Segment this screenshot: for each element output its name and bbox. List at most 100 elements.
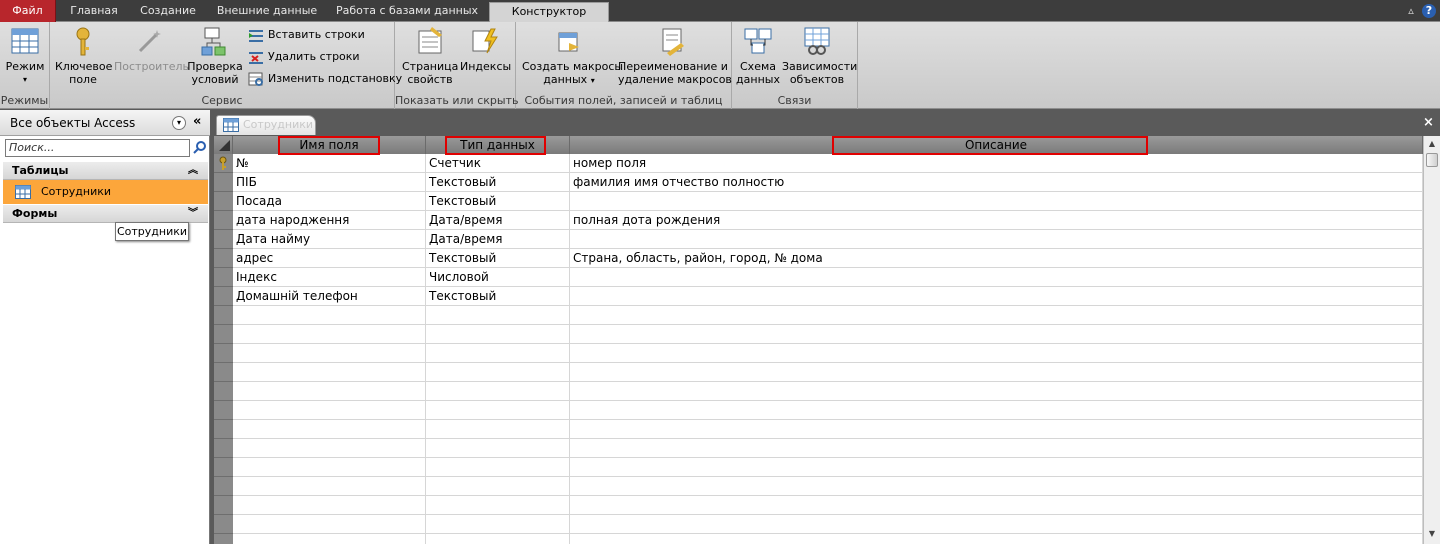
cell-data-type[interactable]: Числовой bbox=[426, 268, 570, 287]
row-selector[interactable] bbox=[214, 458, 233, 477]
cell-field-name[interactable] bbox=[233, 401, 426, 420]
object-dependencies-button[interactable]: Зависимости объектов bbox=[782, 25, 857, 86]
row-selector[interactable] bbox=[214, 477, 233, 496]
cell-field-name[interactable] bbox=[233, 477, 426, 496]
cell-description[interactable] bbox=[570, 268, 1423, 287]
cell-description[interactable]: номер поля bbox=[570, 154, 1423, 173]
row-selector[interactable] bbox=[214, 230, 233, 249]
row-selector[interactable] bbox=[214, 439, 233, 458]
cell-field-name[interactable]: Індекс bbox=[233, 268, 426, 287]
view-button[interactable]: Режим ▾ bbox=[5, 25, 45, 86]
row-selector[interactable] bbox=[214, 515, 233, 534]
cell-description[interactable] bbox=[570, 458, 1423, 477]
vertical-scrollbar[interactable]: ▲ ▼ bbox=[1423, 136, 1440, 544]
cell-description[interactable]: Страна, область, район, город, № дома bbox=[570, 249, 1423, 268]
row-selector[interactable] bbox=[214, 344, 233, 363]
test-validation-button[interactable]: Проверка условий bbox=[187, 25, 243, 86]
row-selector[interactable] bbox=[214, 173, 233, 192]
row-selector[interactable] bbox=[214, 534, 233, 544]
cell-field-name[interactable] bbox=[233, 439, 426, 458]
insert-rows-button[interactable]: Вставить строки bbox=[248, 25, 365, 45]
cell-description[interactable] bbox=[570, 515, 1423, 534]
row-selector[interactable] bbox=[214, 363, 233, 382]
cell-field-name[interactable]: Дата найму bbox=[233, 230, 426, 249]
cell-data-type[interactable] bbox=[426, 325, 570, 344]
cell-description[interactable] bbox=[570, 477, 1423, 496]
cell-field-name[interactable]: адрес bbox=[233, 249, 426, 268]
builder-button[interactable]: Построитель bbox=[114, 25, 189, 73]
row-selector[interactable] bbox=[214, 325, 233, 344]
cell-field-name[interactable]: ПІБ bbox=[233, 173, 426, 192]
row-selector[interactable] bbox=[214, 154, 233, 173]
cell-description[interactable] bbox=[570, 382, 1423, 401]
cell-field-name[interactable] bbox=[233, 515, 426, 534]
cell-data-type[interactable]: Текстовый bbox=[426, 173, 570, 192]
collapse-pane-icon[interactable]: « bbox=[193, 114, 201, 129]
search-icon[interactable] bbox=[193, 140, 207, 157]
cell-data-type[interactable]: Дата/время bbox=[426, 230, 570, 249]
select-all-corner[interactable] bbox=[214, 136, 233, 154]
cell-field-name[interactable] bbox=[233, 382, 426, 401]
cell-field-name[interactable] bbox=[233, 306, 426, 325]
help-icon[interactable]: ? bbox=[1422, 4, 1436, 18]
relationships-button[interactable]: Схема данных bbox=[736, 25, 780, 86]
cell-field-name[interactable]: Домашній телефон bbox=[233, 287, 426, 306]
nav-item-employees[interactable]: Сотрудники bbox=[3, 180, 208, 204]
cell-field-name[interactable] bbox=[233, 534, 426, 544]
header-description[interactable]: Описание bbox=[570, 136, 1423, 154]
cell-data-type[interactable]: Текстовый bbox=[426, 192, 570, 211]
cell-field-name[interactable]: № bbox=[233, 154, 426, 173]
delete-rows-button[interactable]: Удалить строки bbox=[248, 47, 360, 67]
row-selector[interactable] bbox=[214, 382, 233, 401]
cell-field-name[interactable]: дата народження bbox=[233, 211, 426, 230]
cell-field-name[interactable]: Посада bbox=[233, 192, 426, 211]
cell-description[interactable] bbox=[570, 325, 1423, 344]
cell-data-type[interactable] bbox=[426, 477, 570, 496]
row-selector[interactable] bbox=[214, 268, 233, 287]
cell-data-type[interactable] bbox=[426, 363, 570, 382]
cell-description[interactable] bbox=[570, 192, 1423, 211]
cell-description[interactable] bbox=[570, 230, 1423, 249]
tab-home[interactable]: Главная bbox=[62, 2, 126, 22]
cell-data-type[interactable] bbox=[426, 306, 570, 325]
search-input[interactable]: Поиск... bbox=[5, 139, 190, 157]
cell-data-type[interactable]: Текстовый bbox=[426, 287, 570, 306]
cell-description[interactable] bbox=[570, 420, 1423, 439]
row-selector[interactable] bbox=[214, 401, 233, 420]
row-selector[interactable] bbox=[214, 496, 233, 515]
cell-description[interactable] bbox=[570, 496, 1423, 515]
header-data-type[interactable]: Тип данных bbox=[426, 136, 570, 154]
tab-file[interactable]: Файл bbox=[0, 0, 56, 22]
cell-description[interactable] bbox=[570, 534, 1423, 544]
tab-design[interactable]: Конструктор bbox=[489, 2, 609, 23]
indexes-button[interactable]: Индексы bbox=[460, 25, 511, 73]
cell-data-type[interactable] bbox=[426, 496, 570, 515]
row-selector[interactable] bbox=[214, 192, 233, 211]
minimize-ribbon-icon[interactable]: ▵ bbox=[1404, 4, 1418, 18]
primary-key-button[interactable]: Ключевое поле bbox=[55, 25, 112, 86]
cell-data-type[interactable]: Счетчик bbox=[426, 154, 570, 173]
cell-data-type[interactable] bbox=[426, 458, 570, 477]
cell-description[interactable] bbox=[570, 439, 1423, 458]
cell-description[interactable]: полная дота рождения bbox=[570, 211, 1423, 230]
scroll-down-icon[interactable]: ▼ bbox=[1426, 528, 1438, 540]
cell-data-type[interactable] bbox=[426, 439, 570, 458]
cell-description[interactable] bbox=[570, 306, 1423, 325]
cell-field-name[interactable] bbox=[233, 496, 426, 515]
cell-data-type[interactable]: Дата/время bbox=[426, 211, 570, 230]
cell-data-type[interactable] bbox=[426, 420, 570, 439]
rename-delete-macro-button[interactable]: Переименование и удаление макросов bbox=[618, 25, 732, 86]
cell-field-name[interactable] bbox=[233, 344, 426, 363]
cell-data-type[interactable] bbox=[426, 401, 570, 420]
tab-create[interactable]: Создание bbox=[134, 2, 202, 22]
scroll-up-icon[interactable]: ▲ bbox=[1426, 138, 1438, 150]
nav-pane-header[interactable]: Все объекты Access ▾ « bbox=[0, 110, 210, 136]
chevron-down-icon[interactable]: ▾ bbox=[172, 116, 186, 130]
row-selector[interactable] bbox=[214, 306, 233, 325]
cell-description[interactable] bbox=[570, 344, 1423, 363]
cell-description[interactable] bbox=[570, 363, 1423, 382]
property-sheet-button[interactable]: Страница свойств bbox=[402, 25, 458, 86]
scrollbar-thumb[interactable] bbox=[1426, 153, 1438, 167]
close-icon[interactable]: × bbox=[1423, 115, 1434, 130]
cell-data-type[interactable]: Текстовый bbox=[426, 249, 570, 268]
